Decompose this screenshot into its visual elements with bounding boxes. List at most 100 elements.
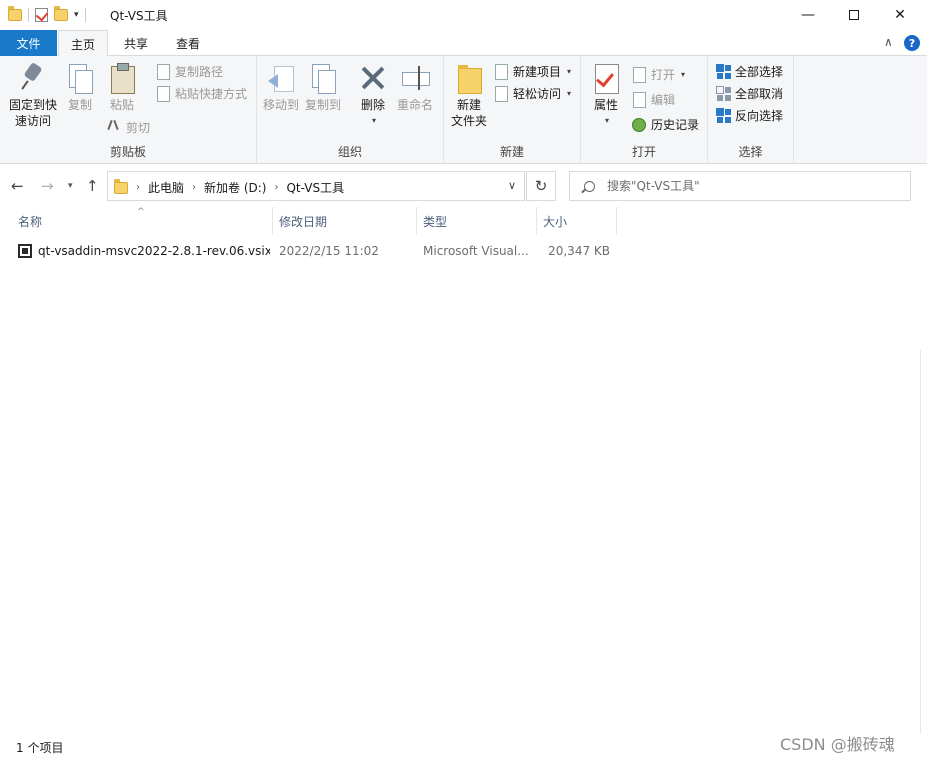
- breadcrumb-chevron-icon[interactable]: ›: [192, 182, 196, 193]
- pin-label-line2: 速访问: [14, 114, 51, 128]
- collapse-ribbon-icon[interactable]: ∧: [884, 35, 893, 49]
- copy-button[interactable]: 复制: [64, 62, 96, 113]
- pin-icon: [18, 62, 48, 94]
- properties-icon: [591, 62, 621, 94]
- organize-group-label: 组织: [337, 145, 362, 159]
- item-count: 1 个项目: [16, 741, 64, 755]
- history-label: 历史记录: [651, 117, 700, 132]
- rename-button[interactable]: 重命名: [395, 62, 435, 113]
- file-type: Microsoft Visual...: [423, 244, 529, 258]
- up-arrow-icon[interactable]: ↑: [86, 177, 99, 195]
- history-button[interactable]: 历史记录: [631, 114, 699, 134]
- easy-access-chevron-down-icon: ▾: [567, 88, 572, 98]
- select-none-label: 全部取消: [735, 86, 784, 101]
- back-arrow-icon[interactable]: ←: [11, 177, 24, 195]
- file-size: 20,347 KB: [548, 244, 610, 258]
- search-box[interactable]: [569, 171, 911, 201]
- refresh-button[interactable]: ↻: [526, 171, 556, 201]
- new-group-label: 新建: [499, 145, 524, 159]
- divider: [28, 8, 29, 22]
- copy-label: 复制: [67, 98, 92, 112]
- select-all-button[interactable]: 全部选择: [715, 61, 783, 81]
- tab-share[interactable]: 共享: [112, 30, 160, 56]
- new-item-icon: [493, 63, 509, 80]
- open-group: 属性 ▾ 打开 ▾ 编辑 历史记录 打开: [581, 56, 708, 164]
- properties-label: 属性: [593, 98, 618, 112]
- address-history-chevron-down-icon[interactable]: ∨: [508, 179, 516, 192]
- delete-button[interactable]: 删除 ▾: [355, 62, 391, 129]
- file-name: qt-vsaddin-msvc2022-2.8.1-rev.06.vsix: [38, 244, 270, 258]
- copy-icon: [65, 62, 95, 94]
- help-icon[interactable]: ?: [904, 35, 920, 51]
- window-title: Qt-VS工具: [110, 9, 168, 23]
- move-to-label: 移动到: [262, 98, 299, 112]
- move-to-icon: [266, 62, 296, 94]
- minimize-icon: —: [801, 7, 815, 23]
- edit-button[interactable]: 编辑: [631, 89, 675, 109]
- properties-quick-icon[interactable]: [35, 8, 48, 22]
- invert-selection-label: 反向选择: [735, 108, 784, 123]
- address-bar[interactable]: › 此电脑 › 新加卷 (D:) › Qt-VS工具 ∨: [107, 171, 525, 201]
- breadcrumb-current-folder[interactable]: Qt-VS工具: [286, 179, 344, 196]
- new-folder-label-line2: 文件夹: [450, 114, 487, 128]
- delete-label: 删除: [360, 98, 385, 112]
- maximize-icon: [849, 10, 859, 20]
- breadcrumb-this-pc[interactable]: 此电脑: [148, 179, 184, 196]
- pin-to-quick-access-button[interactable]: 固定到快 速访问: [6, 62, 60, 129]
- watermark: CSDN @搬砖魂: [780, 735, 895, 754]
- copy-to-button[interactable]: 复制到: [303, 62, 343, 113]
- open-chevron-down-icon: ▾: [681, 69, 686, 79]
- column-header-date-modified[interactable]: 修改日期: [273, 207, 417, 235]
- breadcrumb-chevron-icon[interactable]: ›: [136, 182, 140, 193]
- clipboard-group-label: 剪贴板: [109, 145, 146, 159]
- breadcrumb-drive[interactable]: 新加卷 (D:): [204, 179, 266, 196]
- column-header-name[interactable]: 名称: [12, 207, 273, 235]
- move-to-button[interactable]: 移动到: [261, 62, 301, 113]
- customize-qat-chevron-icon[interactable]: ▾: [74, 10, 79, 20]
- rename-icon: [400, 62, 430, 94]
- new-item-button[interactable]: 新建项目 ▾: [493, 61, 571, 81]
- select-all-label: 全部选择: [735, 64, 784, 79]
- maximize-button[interactable]: [831, 0, 877, 30]
- select-group: 全部选择 全部取消 反向选择 选择: [708, 56, 794, 164]
- tab-home[interactable]: 主页: [58, 30, 108, 57]
- properties-button[interactable]: 属性 ▾: [589, 62, 623, 129]
- column-header-type[interactable]: 类型: [417, 207, 537, 235]
- copy-path-icon: [155, 63, 171, 80]
- invert-selection-button[interactable]: 反向选择: [715, 105, 783, 125]
- close-button[interactable]: ✕: [877, 0, 923, 30]
- select-all-icon: [715, 63, 731, 79]
- clipboard-group: 固定到快 速访问 复制 粘贴 复制路径 粘贴快捷方式 剪切 剪贴板: [0, 56, 257, 164]
- column-header-size[interactable]: 大小: [537, 207, 617, 235]
- paste-shortcut-button[interactable]: 粘贴快捷方式: [155, 83, 247, 103]
- refresh-icon: ↻: [534, 177, 548, 195]
- forward-arrow-icon[interactable]: →: [41, 177, 54, 195]
- new-folder-button[interactable]: 新建 文件夹: [448, 62, 490, 129]
- vsix-file-icon: [18, 244, 32, 258]
- open-icon: [631, 66, 647, 83]
- properties-chevron-down-icon: ▾: [604, 116, 609, 125]
- file-name-cell[interactable]: qt-vsaddin-msvc2022-2.8.1-rev.06.vsix: [18, 237, 270, 265]
- tab-file[interactable]: 文件: [0, 30, 57, 56]
- recent-locations-chevron-icon[interactable]: ▾: [68, 181, 73, 191]
- copy-to-icon: [308, 62, 338, 94]
- open-button[interactable]: 打开 ▾: [631, 64, 685, 84]
- new-item-chevron-down-icon: ▾: [567, 66, 572, 76]
- breadcrumb-chevron-icon[interactable]: ›: [274, 182, 278, 193]
- search-input[interactable]: [607, 179, 897, 193]
- new-folder-quick-icon[interactable]: [54, 6, 68, 21]
- easy-access-button[interactable]: 轻松访问 ▾: [493, 83, 571, 103]
- folder-icon: [114, 178, 128, 194]
- easy-access-icon: [493, 85, 509, 102]
- select-none-button[interactable]: 全部取消: [715, 83, 783, 103]
- paste-button[interactable]: 粘贴: [106, 62, 138, 113]
- file-row[interactable]: qt-vsaddin-msvc2022-2.8.1-rev.06.vsix 20…: [12, 237, 620, 265]
- navigation-bar: ← → ▾ ↑ › 此电脑 › 新加卷 (D:) › Qt-VS工具 ∨ ↻: [0, 165, 927, 207]
- tab-view[interactable]: 查看: [164, 30, 212, 56]
- minimize-button[interactable]: —: [785, 0, 831, 30]
- new-folder-label-line1: 新建: [456, 98, 481, 112]
- ribbon: 固定到快 速访问 复制 粘贴 复制路径 粘贴快捷方式 剪切 剪贴板 移动到 复制…: [0, 56, 927, 164]
- cut-button[interactable]: 剪切: [106, 117, 150, 137]
- open-label: 打开: [651, 67, 676, 82]
- copy-path-button[interactable]: 复制路径: [155, 61, 223, 81]
